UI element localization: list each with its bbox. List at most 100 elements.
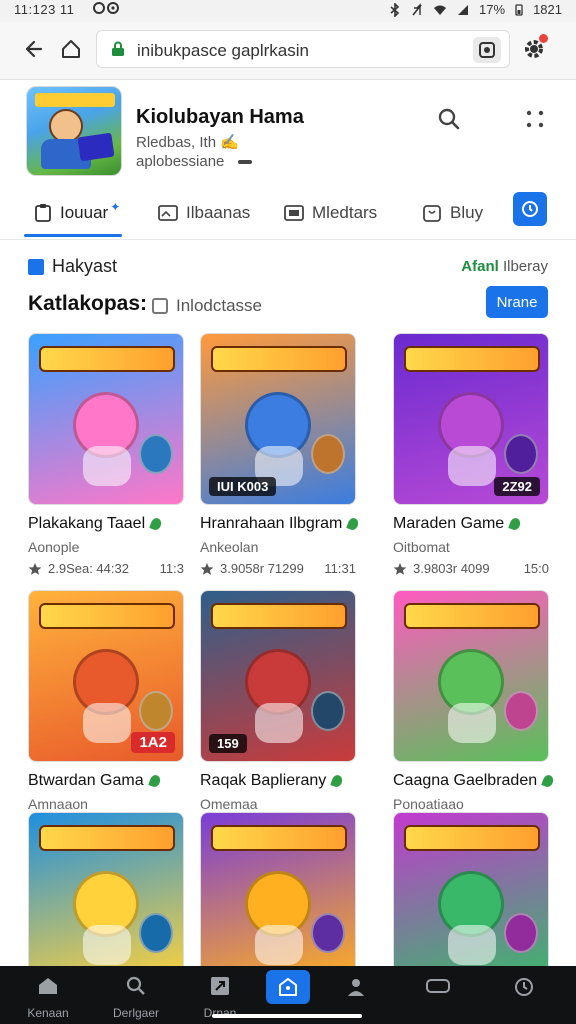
gallery-icon [284,205,304,221]
tab-label: Ilbaanas [186,203,251,222]
character-body [448,446,496,486]
tab-label: Iouuar [60,203,109,222]
app-icon-sign [77,132,115,162]
settings-wrap [522,34,548,61]
nav-active[interactable] [250,970,326,1020]
side-character [139,691,173,731]
url-bar[interactable]: inibukpasce gaplrkasin [96,30,510,68]
tab-label: Mledtars [312,203,378,222]
game-logo [404,603,540,629]
star-icon [28,562,42,575]
game-title-row: Btwardan Gama [28,772,218,790]
character-body [255,703,303,743]
back-button[interactable] [18,34,48,64]
tabs-button[interactable] [473,37,501,63]
app-icon [26,86,122,176]
tab-media[interactable]: Mledtars [284,190,377,236]
nav-games[interactable]: Drnan [182,970,258,1020]
game-thumbnail[interactable]: 159 [200,590,356,762]
game-title: Hranrahaan Ilbgram [200,515,343,532]
nav-home[interactable]: Kenaan [10,970,86,1020]
character-body [83,446,131,486]
app-developer-text: Rledbas, Ith [136,134,217,151]
game-logo [211,603,347,629]
tab-label: Bluy [450,203,484,222]
browser-toolbar: inibukpasce gaplrkasin [0,22,576,80]
section-subtitle-text: Inlodctasse [176,296,262,315]
home-icon [39,978,57,994]
section-see-all-link[interactable]: Afanl Ilberay [461,258,548,275]
section-action-button[interactable]: Nrane [486,286,548,318]
game-thumbnail[interactable] [28,333,184,505]
game-thumbnail[interactable] [28,812,184,984]
game-thumbnail[interactable] [393,590,549,762]
status-time: 11:123 11 [14,2,75,17]
tab-active-indicator [24,234,122,237]
app-icon-banner [35,93,115,107]
settings-button[interactable] [519,34,549,64]
game-logo [39,603,175,629]
star-icon [200,562,214,575]
game-title: Raqak Baplierany [200,772,327,789]
tab-action-button[interactable] [513,192,547,226]
search-icon[interactable] [436,106,462,132]
game-developer: Ponoatiaao [393,796,464,812]
game-stats: 3.9058r 71299 [220,561,304,576]
app-category: aplobessiane [136,153,253,170]
section-link-em: Afanl [461,258,499,275]
side-character [504,913,538,953]
checkbox-icon [152,298,168,314]
home-button[interactable] [56,34,86,64]
game-thumbnail[interactable] [393,812,549,984]
game-developer: Omemaa [200,796,258,812]
game-count: 11:31 [324,561,356,576]
tab-new-badge: ✦ [110,200,121,214]
clipboard-icon [35,204,51,222]
nav-profile[interactable] [318,970,394,1020]
notification-dot [539,34,548,43]
section-subtitle: Inlodctasse [152,296,262,316]
app-developer: Rledbas, Ith ✍ [136,133,239,151]
nav-search-icon-wrap [114,970,158,1002]
dash-icon [238,160,253,165]
game-title: Maraden Game [393,515,505,532]
game-stats: 2.9Sea: 44:32 [48,561,129,576]
game-thumbnail[interactable] [200,812,356,984]
chat-icon [426,979,450,993]
leaf-icon [147,773,162,789]
side-character [139,434,173,474]
nav-messages[interactable] [400,970,476,1020]
section-label: Hakyast [28,256,117,277]
game-thumbnail[interactable]: 1A2 [28,590,184,762]
tab-overview[interactable]: Iouuar ✦ [34,190,120,236]
more-options-icon[interactable] [524,108,546,130]
section-title: Katlakopas: [28,292,148,315]
side-character [504,434,538,474]
game-logo [39,825,175,851]
side-character [311,913,345,953]
person-icon [348,979,364,996]
nav-home-icon-wrap [26,970,70,1002]
nav-history-icon-wrap [502,970,546,1004]
image-icon [158,205,178,221]
game-thumbnail[interactable]: 2Z92 [393,333,549,505]
game-thumbnail[interactable]: IUI K003 [200,333,356,505]
game-logo [39,346,175,372]
tab-buy[interactable]: Bluy [422,190,483,236]
url-text: inibukpasce gaplrkasin [137,41,309,60]
game-stats: 3.9803r 4099 [413,561,490,576]
nav-history[interactable] [486,970,562,1020]
game-meta: 2.9Sea: 44:32 11:3 [28,561,184,576]
home-indicator [212,1014,362,1018]
game-developer: Amnaaon [28,796,88,812]
game-title-row: Plakakang Taael [28,515,218,533]
leaf-icon [541,773,555,789]
nav-label: Derlgaer [112,1006,160,1020]
thumbnail-badge: 1A2 [131,732,175,753]
tab-libraries[interactable]: Ilbaanas [158,190,250,236]
game-title-row: Caagna Gaelbraden [393,772,576,790]
side-character [311,691,345,731]
nav-search[interactable]: Derlgaer [98,970,174,1020]
leaf-icon [330,773,345,789]
nav-active-icon-wrap [266,970,310,1004]
